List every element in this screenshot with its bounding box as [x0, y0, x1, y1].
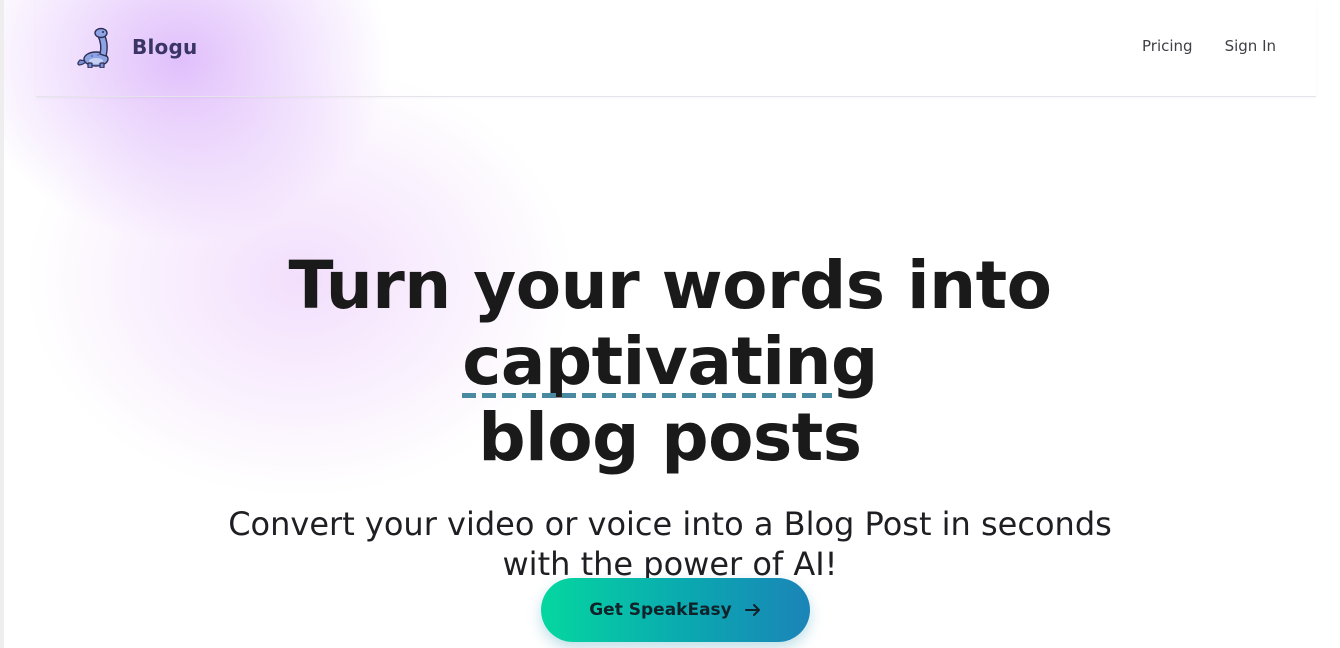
nav-links: Pricing Sign In: [1142, 37, 1276, 55]
nav-link-sign-in[interactable]: Sign In: [1225, 37, 1276, 55]
headline-part-2: blog posts: [478, 399, 862, 476]
hero-headline: Turn your words into captivating blog pos…: [80, 248, 1260, 476]
arrow-right-icon: [744, 604, 760, 616]
hero-subheadline: Convert your video or voice into a Blog …: [220, 504, 1120, 584]
hero-section: Turn your words into captivating blog pos…: [0, 248, 1340, 584]
landing-page: Blogu Pricing Sign In Turn your words in…: [0, 0, 1340, 648]
brand-name: Blogu: [132, 35, 198, 59]
get-speakeasy-button[interactable]: Get SpeakEasy: [541, 578, 810, 642]
brand-home-link[interactable]: Blogu: [76, 26, 197, 68]
navbar: Blogu Pricing Sign In: [36, 0, 1316, 97]
nav-link-pricing[interactable]: Pricing: [1142, 37, 1193, 55]
cta-label: Get SpeakEasy: [589, 600, 732, 620]
headline-highlight-word: captivating: [462, 323, 878, 400]
dinosaur-icon: [77, 27, 109, 68]
headline-part-1: Turn your words into: [288, 247, 1052, 324]
subheadline-line-1: Convert your video or voice into a Blog …: [228, 505, 1112, 543]
